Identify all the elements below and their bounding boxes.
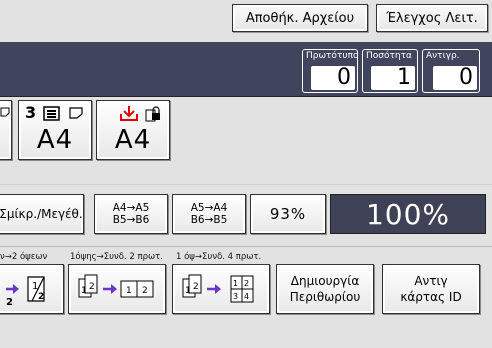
paper-icon: [69, 107, 83, 119]
tray-button-partial[interactable]: [0, 100, 12, 160]
preset-a4-a5-button[interactable]: A4→A5 B5→B6: [94, 194, 168, 234]
combine-2-icon: 1 2 1 2: [78, 274, 154, 298]
bypass-tray-button[interactable]: A4: [96, 100, 170, 160]
combine-4-button[interactable]: 1 2 1 2 3 4: [172, 264, 270, 314]
svg-text:1: 1: [185, 286, 191, 296]
preset2-line1: A5→A4: [190, 202, 228, 214]
svg-text:2: 2: [38, 292, 44, 302]
originals-counter: Πρωτότυπο 0: [302, 49, 359, 93]
tray-paper-size: A4: [36, 125, 74, 155]
divider: [0, 184, 492, 185]
svg-text:1: 1: [233, 279, 238, 288]
status-bar: [0, 42, 492, 97]
svg-text:1: 1: [81, 286, 87, 296]
bypass-paper-size: A4: [114, 125, 152, 155]
svg-text:4: 4: [244, 292, 249, 301]
svg-text:2: 2: [6, 297, 13, 308]
store-file-label: Αποθήκ. Αρχείου: [245, 10, 355, 26]
combine-4-icon: 1 2 1 2 3 4: [182, 274, 254, 303]
tray-3-button[interactable]: 3 A4: [18, 100, 92, 160]
current-ratio-value: 100%: [365, 197, 451, 231]
preset2-line2: B6→B5: [190, 214, 228, 226]
check-modes-button[interactable]: Έλεγχος Λειτ.: [376, 4, 488, 32]
margin-line1: Δημιουργία: [290, 274, 360, 288]
id-card-copy-button[interactable]: Αντιγ κάρτας ID: [382, 264, 480, 314]
reduce-enlarge-label: Σμίκρ./Μεγέθ.: [0, 207, 83, 221]
margin-line2: Περιθωρίου: [289, 290, 361, 304]
caption-combine-4: 1 όψ→Συνδ. 4 πρωτ.: [176, 252, 262, 262]
svg-text:3: 3: [233, 292, 238, 301]
originals-value: 0: [311, 66, 355, 90]
caption-duplex: ν→2 όψεων: [0, 252, 48, 262]
current-ratio-display: 100%: [330, 194, 486, 234]
preset-a5-a4-button[interactable]: A5→A4 B6→B5: [172, 194, 246, 234]
svg-text:2: 2: [89, 282, 95, 292]
duplex-icon: 2 1 2: [6, 276, 45, 308]
reduce-enlarge-button[interactable]: Σμίκρ./Μεγέθ.: [0, 194, 84, 234]
svg-text:2: 2: [244, 279, 249, 288]
divider: [0, 246, 492, 247]
quantity-label: Ποσότητα: [366, 51, 412, 61]
caption-combine-2: 1όψης→Συνδ. 2 πρωτ.: [70, 252, 163, 262]
bypass-tray-icon: [120, 106, 138, 121]
svg-text:1: 1: [126, 286, 132, 296]
preset1-line2: B5→B6: [112, 214, 150, 226]
combine-2-button[interactable]: 1 2 1 2: [68, 264, 166, 314]
preset-93-button[interactable]: 93%: [250, 194, 326, 234]
originals-label: Πρωτότυπο: [306, 51, 359, 61]
margin-adjust-button[interactable]: Δημιουργία Περιθωρίου: [276, 264, 374, 314]
svg-text:2: 2: [142, 286, 148, 296]
preset1-line1: A4→A5: [112, 202, 150, 214]
duplex-button[interactable]: 2 1 2: [0, 264, 64, 314]
copies-counter: Αντιγρ. 0: [422, 49, 480, 93]
preset-percent: 93%: [269, 205, 307, 223]
quantity-value: 1: [371, 66, 415, 90]
paper-icon: [0, 107, 10, 117]
paper-stack-icon: [43, 106, 60, 121]
copies-label: Αντιγρ.: [426, 51, 460, 61]
locked-paper-icon: [145, 106, 160, 122]
store-file-button[interactable]: Αποθήκ. Αρχείου: [232, 4, 368, 32]
tray-number: 3: [25, 103, 37, 122]
check-modes-label: Έλεγχος Λειτ.: [386, 10, 478, 26]
quantity-counter: Ποσότητα 1: [362, 49, 418, 93]
idcard-line2: κάρτας ID: [400, 290, 462, 304]
svg-text:2: 2: [193, 282, 199, 292]
idcard-line1: Αντιγ: [414, 274, 448, 288]
copies-value: 0: [433, 66, 477, 90]
